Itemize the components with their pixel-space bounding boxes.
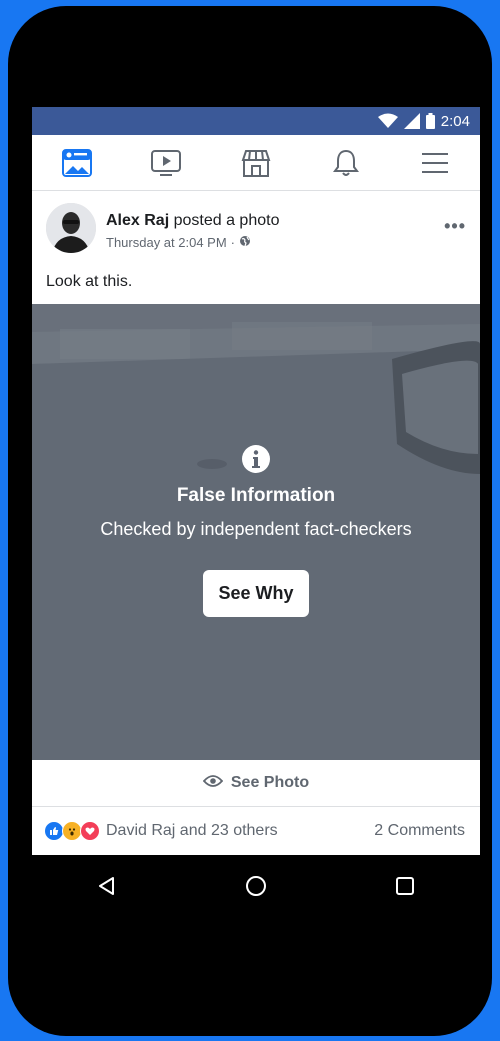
meta-separator: · <box>230 235 236 250</box>
fact-check-notice: False Information Checked by independent… <box>32 444 480 617</box>
news-feed-icon[interactable] <box>55 143 99 183</box>
post-header: Alex Raj posted a photo Thursday at 2:04… <box>32 191 480 267</box>
avatar[interactable] <box>46 203 96 253</box>
post-photo: False Information Checked by independent… <box>32 304 480 760</box>
more-options-button[interactable]: ••• <box>444 216 466 237</box>
fact-check-subtitle: Checked by independent fact-checkers <box>100 519 412 539</box>
like-icon <box>44 821 64 841</box>
fact-check-title: False Information <box>176 485 336 506</box>
top-navigation <box>32 135 480 191</box>
see-why-button[interactable]: See Why <box>203 570 309 617</box>
android-navigation-bar <box>32 855 480 917</box>
comments-count[interactable]: 2 Comments <box>374 822 465 840</box>
info-icon <box>32 444 480 479</box>
see-photo-label: See Photo <box>230 774 310 791</box>
marketplace-icon[interactable] <box>234 143 278 183</box>
see-photo-button[interactable]: See Photo <box>32 760 480 807</box>
menu-icon[interactable] <box>413 143 457 183</box>
reaction-summary[interactable]: David Raj and 23 others <box>106 822 278 840</box>
reactions-bar: David Raj and 23 others 2 Comments <box>32 807 480 855</box>
reaction-icons[interactable] <box>44 821 100 841</box>
signal-icon <box>403 113 420 129</box>
love-icon <box>80 821 100 841</box>
notifications-icon[interactable] <box>324 143 368 183</box>
post-author-line: Alex Raj posted a photo <box>106 212 279 230</box>
phone-screen: 2:04 Alex Raj posted a photo Thursday at… <box>32 107 480 855</box>
battery-icon <box>425 113 435 129</box>
wow-icon <box>62 821 82 841</box>
post-text: Look at this. <box>46 273 133 290</box>
home-icon[interactable] <box>226 866 286 906</box>
recents-icon[interactable] <box>375 866 435 906</box>
globe-icon <box>239 235 251 250</box>
author-name[interactable]: Alex Raj <box>106 212 169 229</box>
status-bar: 2:04 <box>32 107 480 135</box>
wifi-icon <box>377 113 398 129</box>
eye-icon <box>202 774 224 793</box>
post-meta: Thursday at 2:04 PM · <box>106 235 251 250</box>
back-icon[interactable] <box>77 866 137 906</box>
watch-icon[interactable] <box>144 143 188 183</box>
status-time: 2:04 <box>440 112 470 130</box>
post-timestamp[interactable]: Thursday at 2:04 PM <box>106 235 227 250</box>
post-action: posted a photo <box>173 212 280 229</box>
